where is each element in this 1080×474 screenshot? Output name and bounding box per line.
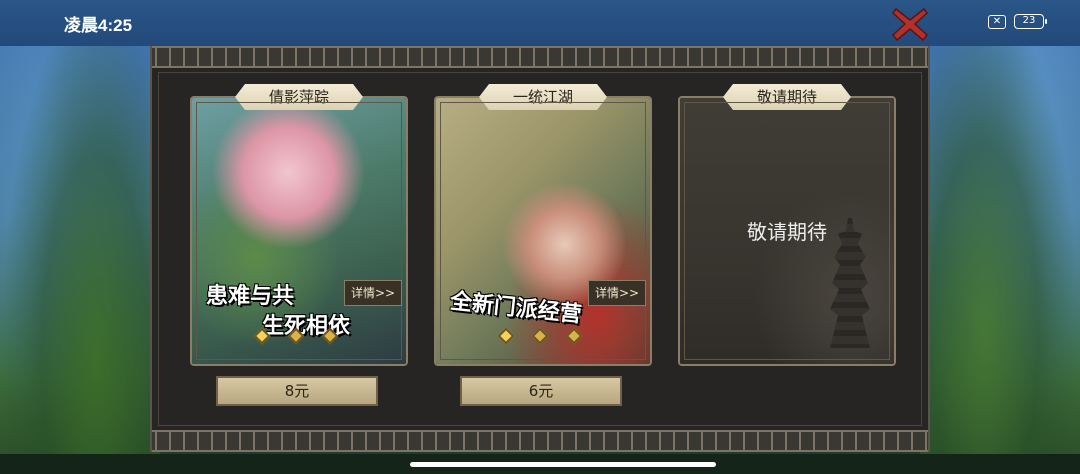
panel-bottom-border: [152, 430, 928, 452]
carousel-dot[interactable]: [497, 327, 515, 345]
card-title: 倩影萍踪: [235, 84, 363, 110]
carousel-dot[interactable]: [321, 327, 339, 345]
buy-button[interactable]: 6元: [460, 376, 622, 406]
card-frame[interactable]: 患难与共 生死相依 详情>>: [190, 96, 408, 366]
carousel-dot[interactable]: [253, 327, 271, 345]
carousel-dots: [497, 327, 583, 345]
dlc-panel: 倩影萍踪 患难与共 生死相依 详情>> 8元 一统江湖 全新门派经营 详情>>: [150, 46, 930, 452]
close-x-icon: [891, 7, 929, 42]
details-button[interactable]: 详情>>: [588, 280, 646, 306]
background-left: [0, 0, 160, 474]
carousel-dot[interactable]: [565, 327, 583, 345]
buy-button[interactable]: 8元: [216, 376, 378, 406]
carousel-dots: [253, 327, 339, 345]
status-icons: ✕ 23: [988, 14, 1047, 29]
card-frame: 敬请期待: [678, 96, 896, 366]
background-right: [920, 0, 1080, 474]
battery-icon: 23: [1014, 14, 1047, 29]
card-frame[interactable]: 全新门派经营 详情>>: [434, 96, 652, 366]
status-time: 凌晨4:25: [64, 16, 133, 35]
home-indicator[interactable]: [410, 462, 716, 467]
coming-soon-text: 敬请期待: [747, 220, 827, 244]
card-title: 敬请期待: [723, 84, 851, 110]
battery-level: 23: [1022, 15, 1036, 26]
details-button[interactable]: 详情>>: [344, 280, 402, 306]
card-slogan-line1: 患难与共: [206, 283, 295, 309]
carousel-dot[interactable]: [531, 327, 549, 345]
card-title: 一统江湖: [479, 84, 607, 110]
no-sim-icon: ✕: [988, 14, 1006, 29]
carousel-dot[interactable]: [287, 327, 305, 345]
close-button[interactable]: [890, 4, 930, 44]
panel-top-border: [152, 46, 928, 68]
